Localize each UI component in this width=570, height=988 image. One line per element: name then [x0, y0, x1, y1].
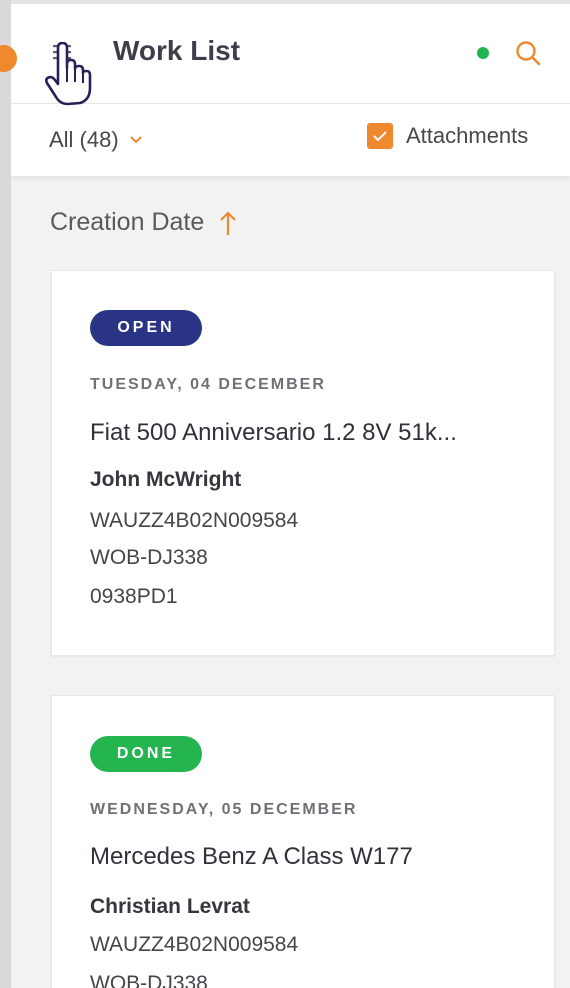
license-plate: WOB-DJ338 [90, 546, 208, 569]
app-header: Work List [11, 0, 570, 104]
attachments-filter[interactable]: Attachments [367, 123, 528, 149]
work-list-screen: Work List All (48) Attachments Creation … [11, 0, 570, 988]
sort-control[interactable]: Creation Date [50, 208, 238, 237]
attachments-checkbox[interactable] [367, 123, 393, 149]
hand-pointer-icon [44, 42, 92, 106]
order-code: 0938PD1 [90, 585, 178, 608]
vehicle-name: Fiat 500 Anniversario 1.2 8V 51k... [90, 419, 457, 446]
status-badge: OPEN [90, 310, 202, 346]
status-badge: DONE [90, 736, 202, 772]
filter-bar: All (48) Attachments [11, 104, 570, 176]
customer-name: John McWright [90, 468, 242, 491]
status-strip [11, 0, 570, 4]
license-plate: WOB-DJ338 [90, 972, 208, 988]
vehicle-vin: WAUZZ4B02N009584 [90, 509, 299, 532]
search-icon[interactable] [513, 38, 543, 68]
work-order-card[interactable]: OPEN TUESDAY, 04 DECEMBER Fiat 500 Anniv… [51, 270, 555, 656]
page-title: Work List [113, 35, 241, 66]
work-order-card[interactable]: DONE WEDNESDAY, 05 DECEMBER Mercedes Ben… [51, 695, 555, 988]
sort-label: Creation Date [50, 208, 205, 236]
arrow-up-icon[interactable] [218, 209, 238, 237]
chevron-down-icon [129, 136, 142, 144]
customer-name: Christian Levrat [90, 895, 250, 918]
vehicle-vin: WAUZZ4B02N009584 [90, 933, 299, 956]
status-filter-value: All (48) [49, 127, 119, 152]
checkmark-icon [373, 131, 387, 142]
connection-status-indicator [477, 47, 489, 59]
work-order-date: TUESDAY, 04 DECEMBER [90, 376, 326, 393]
status-filter-dropdown[interactable]: All (48) [49, 126, 143, 154]
work-order-date: WEDNESDAY, 05 DECEMBER [90, 801, 358, 818]
attachments-label: Attachments [406, 123, 529, 148]
vehicle-name: Mercedes Benz A Class W177 [90, 843, 413, 870]
